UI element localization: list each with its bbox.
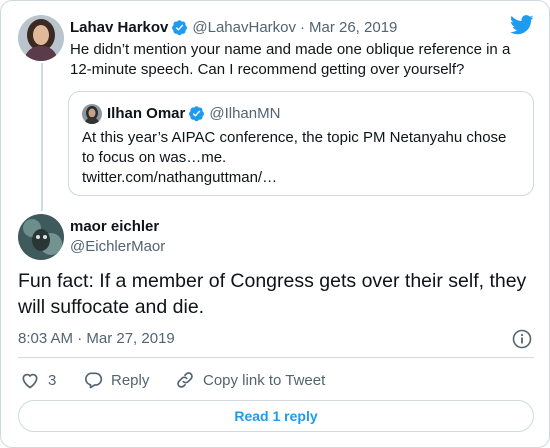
parent-tweet-header: Lahav Harkov @LahavHarkov · Mar 26, 2019	[70, 17, 397, 37]
quoted-tweet-header: Ilhan Omar @IlhanMN	[107, 103, 280, 123]
main-author-handle[interactable]: @EichlerMaor	[70, 238, 165, 255]
main-author-avatar[interactable]	[18, 214, 64, 260]
twitter-bird-icon[interactable]	[510, 15, 534, 35]
quoted-tweet-link[interactable]: twitter.com/nathanguttman/…	[82, 168, 522, 188]
parent-author-name[interactable]: Lahav Harkov	[70, 19, 168, 36]
info-icon[interactable]	[512, 329, 532, 349]
parent-author-avatar[interactable]	[18, 15, 64, 61]
verified-badge-icon	[189, 105, 205, 121]
main-tweet-text: Fun fact: If a member of Congress gets o…	[18, 270, 527, 318]
actions-divider	[18, 357, 534, 358]
reply-button[interactable]: Reply	[83, 370, 149, 390]
heart-icon	[22, 373, 38, 389]
read-replies-button[interactable]: Read 1 reply	[18, 400, 534, 432]
quoted-author-name: Ilhan Omar	[107, 104, 186, 122]
like-button[interactable]: 3	[20, 370, 56, 390]
quoted-tweet-text: At this year’s AIPAC conference, the top…	[82, 129, 507, 166]
like-count: 3	[48, 371, 57, 389]
quoted-author-avatar	[82, 104, 102, 124]
dot-separator: ·	[300, 18, 305, 36]
quoted-author-handle: @IlhanMN	[209, 104, 281, 122]
reply-bubble-icon	[85, 372, 103, 389]
copy-link-button[interactable]: Copy link to Tweet	[175, 370, 325, 390]
thread-connector-line	[41, 63, 43, 211]
copy-link-label: Copy link to Tweet	[203, 371, 326, 389]
reply-label: Reply	[111, 371, 150, 389]
parent-tweet-date[interactable]: Mar 26, 2019	[309, 19, 397, 36]
tweet-embed-card: Lahav Harkov @LahavHarkov · Mar 26, 2019…	[0, 0, 550, 448]
verified-badge-icon	[172, 19, 188, 35]
main-tweet-timestamp[interactable]: 8:03 AM · Mar 27, 2019	[18, 330, 175, 347]
quoted-tweet-card[interactable]: Ilhan Omar @IlhanMN At this year’s AIPAC…	[68, 91, 534, 196]
main-author-name[interactable]: maor eichler	[70, 218, 159, 235]
link-icon	[177, 372, 193, 388]
parent-tweet-text: He didn’t mention your name and made one…	[70, 41, 511, 78]
parent-author-handle[interactable]: @LahavHarkov	[192, 19, 296, 36]
